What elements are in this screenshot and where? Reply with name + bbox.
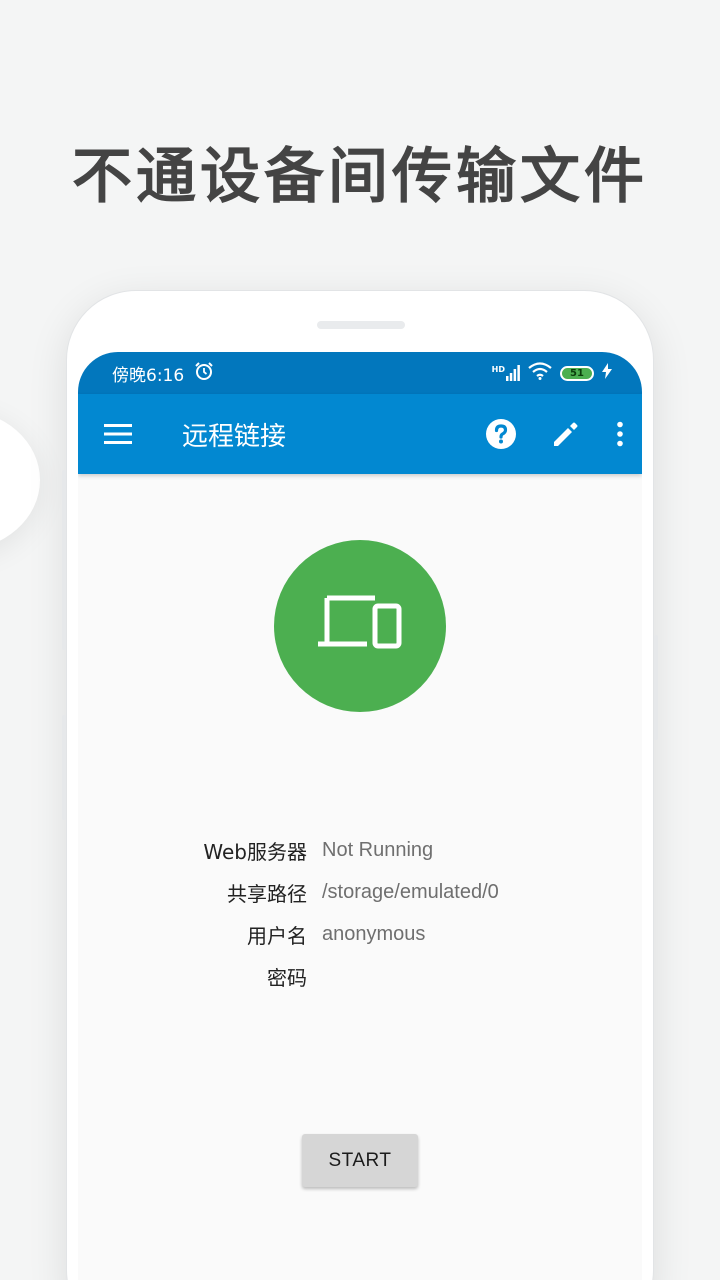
app-title: 远程链接 [182,421,287,452]
web-server-label: Web服务器 [203,839,307,864]
info-row-share-path: 共享路径 /storage/emulated/0 [78,871,642,913]
start-button[interactable]: START [302,1134,418,1187]
phone-volume-button [62,470,66,650]
decorative-blob [0,410,40,550]
charging-icon [602,362,612,384]
password-label: 密码 [267,965,307,990]
promo-headline: 不通设备间传输文件 [72,142,648,212]
more-vert-icon[interactable] [616,421,624,447]
share-path-label: 共享路径 [227,881,307,906]
phone-side-button [62,715,66,820]
devices-icon-badge [274,540,446,712]
promo-stage: 不通设备间传输文件 傍晚6:16 HD 51 远程链接 Web服务器 Not R… [0,0,720,1280]
username-value: anonymous [322,922,426,945]
menu-icon[interactable] [104,423,132,445]
alarm-icon [194,361,214,386]
status-bar: 傍晚6:16 HD 51 [78,352,642,394]
web-server-status: Not Running [322,838,434,861]
phone-speaker [317,321,405,329]
app-toolbar: 远程链接 [78,394,642,474]
battery-level: 51 [570,367,584,379]
remote-connection-panel: Web服务器 Not Running 共享路径 /storage/emulate… [78,474,642,1280]
share-path-value: /storage/emulated/0 [322,880,499,903]
signal-icon: HD [492,365,520,381]
wifi-icon [528,361,552,385]
devices-icon [315,594,405,658]
phone-power-button [654,635,658,740]
battery-icon: 51 [560,365,594,381]
server-info: Web服务器 Not Running 共享路径 /storage/emulate… [78,829,642,997]
info-row-username: 用户名 anonymous [78,913,642,955]
info-row-web-server: Web服务器 Not Running [78,829,642,871]
phone-screen: 傍晚6:16 HD 51 远程链接 Web服务器 Not Running 共享路… [78,352,642,1280]
username-label: 用户名 [247,923,307,948]
network-label: HD [491,365,505,374]
info-row-password: 密码 [78,955,642,997]
help-icon[interactable] [486,419,516,449]
status-time: 傍晚6:16 [112,365,185,386]
edit-icon[interactable] [552,420,580,448]
